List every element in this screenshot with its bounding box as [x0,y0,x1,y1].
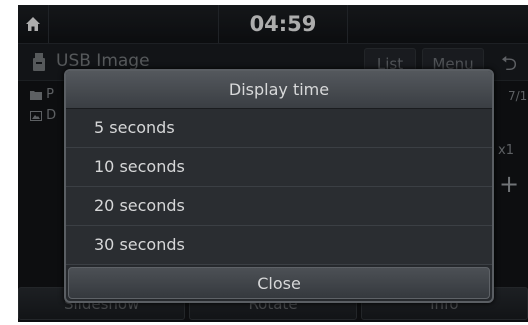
dialog-title: Display time [66,71,492,109]
head-unit-display: 04:59 USB Image List Menu ⮌ P D 7/1 x1 +… [18,5,528,322]
option-20-seconds[interactable]: 20 seconds [66,187,492,226]
close-button[interactable]: Close [68,267,490,299]
screen: 04:59 USB Image List Menu ⮌ P D 7/1 x1 +… [0,0,528,325]
option-10-seconds[interactable]: 10 seconds [66,148,492,187]
option-5-seconds[interactable]: 5 seconds [66,109,492,148]
option-30-seconds[interactable]: 30 seconds [66,226,492,265]
display-time-dialog: Display time 5 seconds 10 seconds 20 sec… [64,69,494,303]
